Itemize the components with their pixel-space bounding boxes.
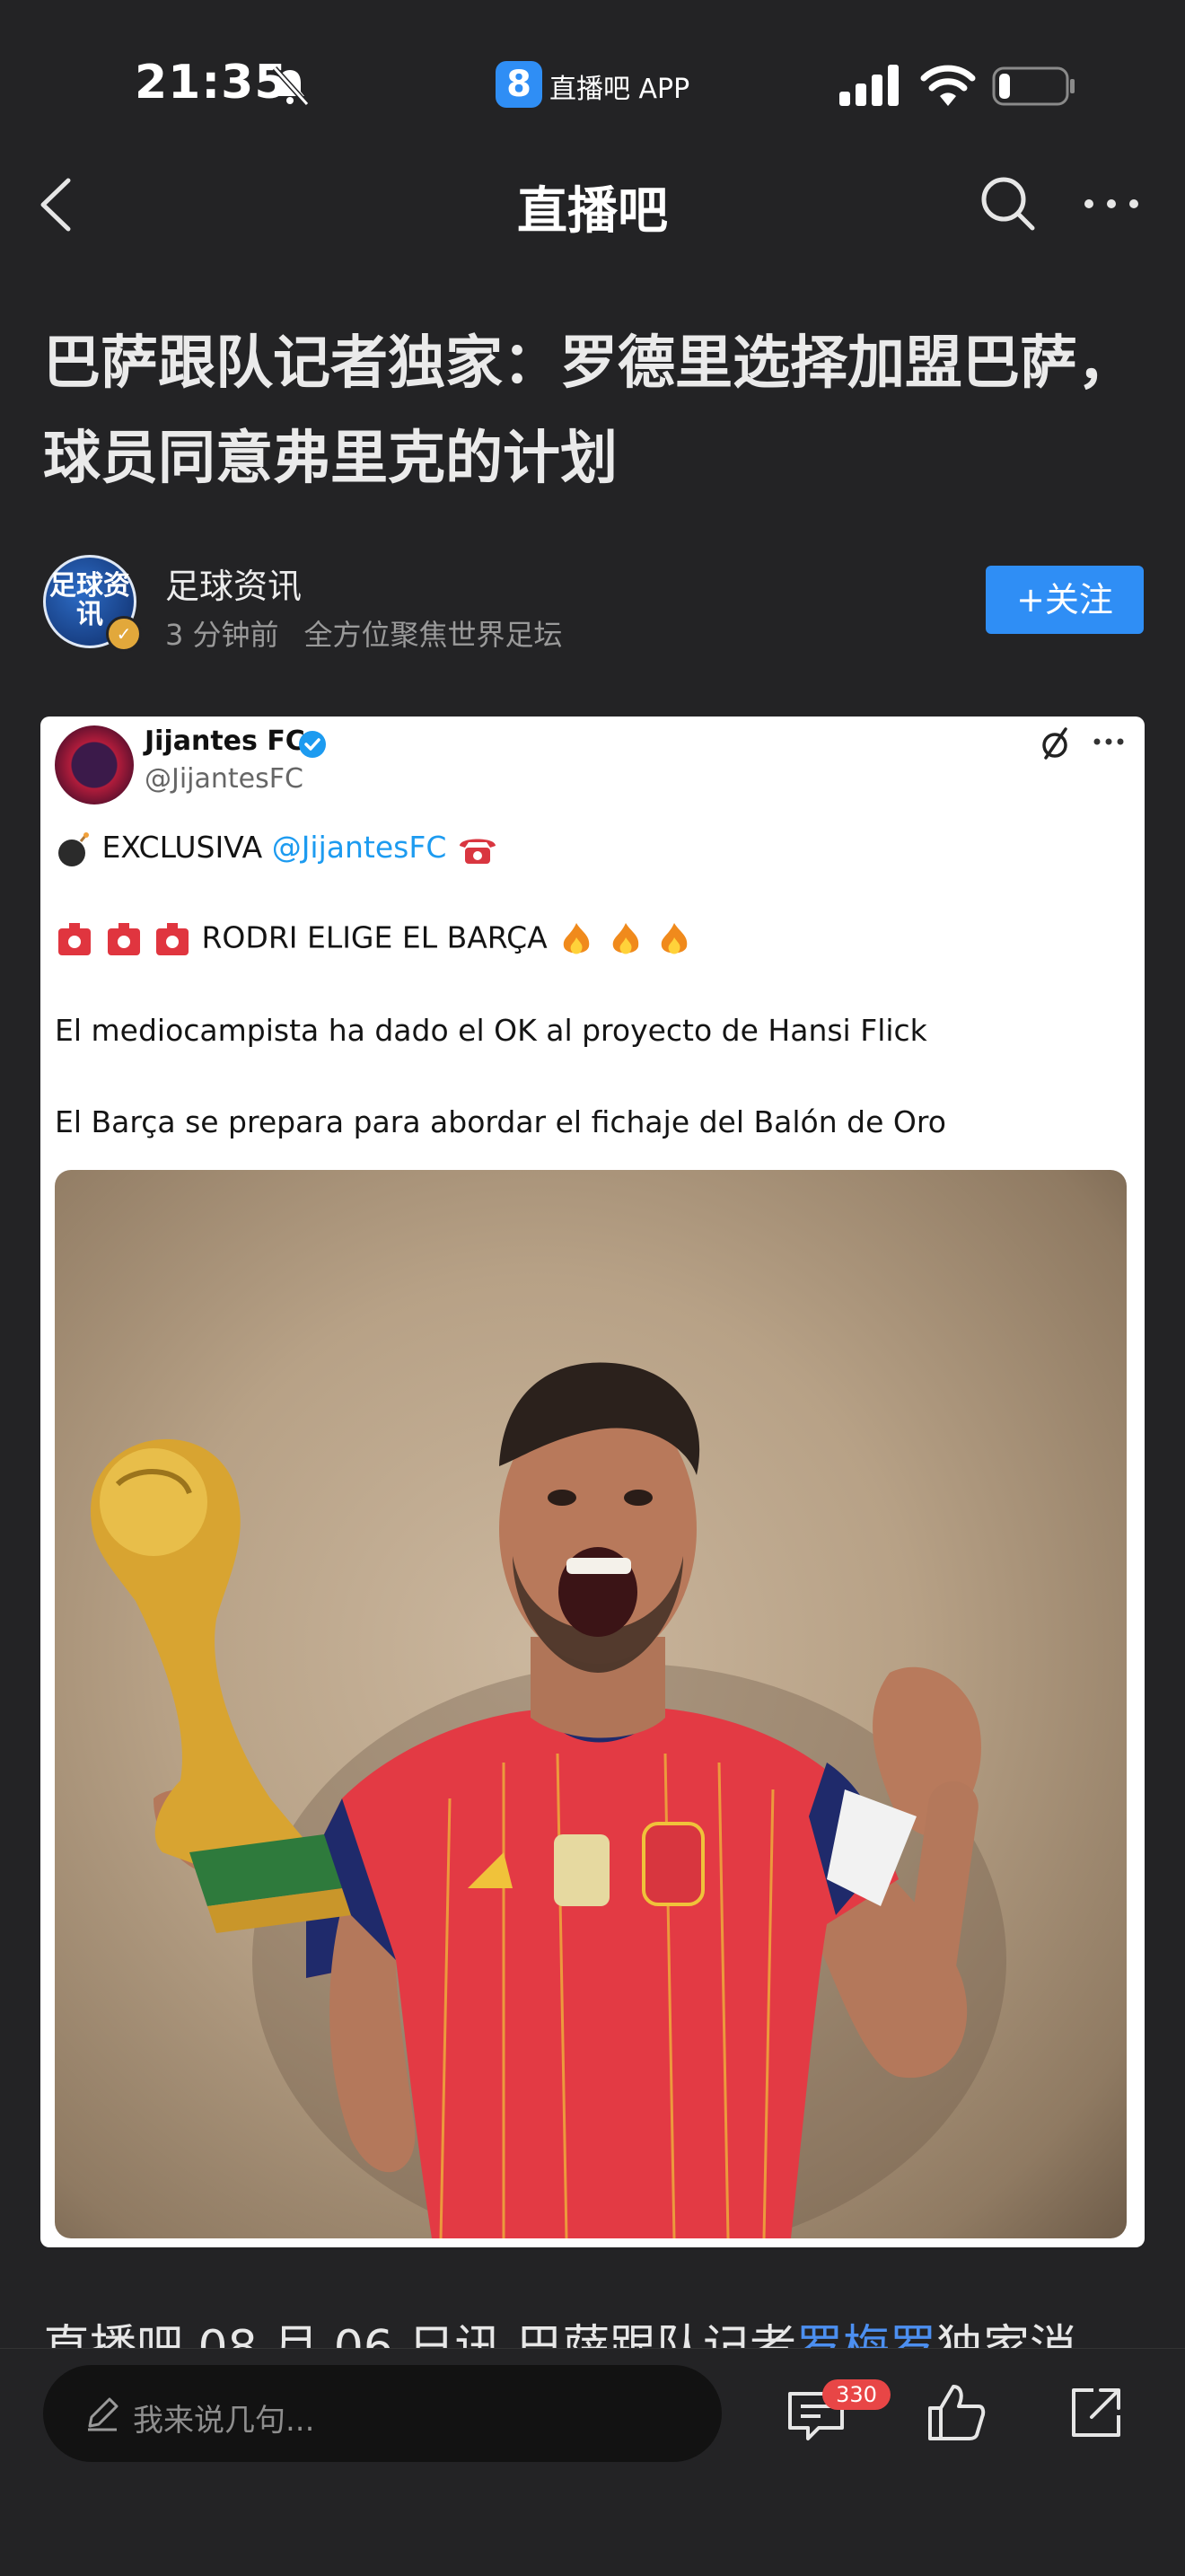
signal-icon: [839, 65, 899, 106]
comment-placeholder: 我来说几句...: [133, 2403, 315, 2439]
publish-time: 3 分钟前: [165, 618, 279, 652]
embedded-tweet: Jijantes FC @JijantesFC EXCLUSIVA @Jijan…: [40, 717, 1145, 2247]
tweet-more-icon: [1093, 738, 1124, 745]
fire-emoji-icon: [661, 923, 688, 954]
search-icon[interactable]: [979, 174, 1038, 233]
author-meta: 3 分钟前 全方位聚焦世界足坛: [165, 612, 588, 654]
siren-emoji-icon: [107, 923, 140, 955]
tweet-verified-icon: [299, 731, 326, 758]
battery-icon: [992, 66, 1075, 106]
tweet-link-icon: [1042, 727, 1067, 760]
tweet-mention: @JijantesFC: [271, 830, 447, 865]
tweet-line-1: EXCLUSIVA @JijantesFC: [55, 830, 499, 868]
pencil-icon: [88, 2397, 118, 2431]
wifi-icon: [920, 65, 976, 106]
tweet-line-3: El mediocampista ha dado el OK al proyec…: [55, 1013, 927, 1048]
fire-emoji-icon: [563, 923, 590, 954]
article-title: 巴萨跟队记者独家：罗德里选择加盟巴萨，球员同意弗里克的计划: [43, 330, 1135, 492]
telephone-emoji-icon: [459, 839, 496, 864]
tweet-line-4: El Barça se prepara para abordar el fich…: [55, 1104, 946, 1139]
comment-count-badge: 330: [822, 2379, 891, 2410]
tweet-line-2: RODRI ELIGE EL BARÇA: [55, 919, 694, 959]
bell-muted-icon: [272, 66, 310, 106]
author-tagline: 全方位聚焦世界足坛: [303, 618, 563, 652]
tweet-handle: @JijantesFC: [145, 763, 303, 795]
verified-badge-icon: ✓: [106, 616, 142, 652]
app-name: 直播吧 APP: [549, 74, 690, 105]
share-icon[interactable]: [1066, 2383, 1126, 2442]
status-time: 21:35: [135, 56, 288, 110]
author-name[interactable]: 足球资讯: [165, 558, 302, 608]
siren-emoji-icon: [156, 923, 189, 955]
tweet-avatar: [55, 725, 134, 804]
tweet-photo[interactable]: [55, 1170, 1127, 2238]
siren-emoji-icon: [58, 923, 91, 955]
bomb-emoji-icon: [58, 831, 89, 866]
more-icon[interactable]: [1082, 193, 1141, 215]
app-logo-badge: 8: [496, 61, 542, 108]
follow-button[interactable]: +关注: [986, 566, 1144, 634]
tweet-author-name: Jijantes FC: [145, 725, 305, 757]
fire-emoji-icon: [612, 923, 638, 954]
player-photo-illustration: [91, 1362, 1006, 2238]
like-icon[interactable]: [925, 2381, 988, 2444]
